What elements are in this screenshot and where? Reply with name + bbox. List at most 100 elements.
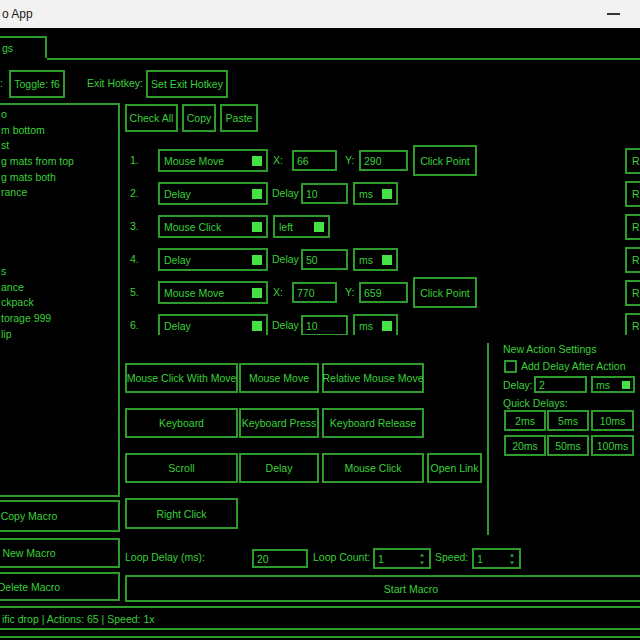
loop-count-value: 1 xyxy=(378,553,384,565)
mouse-move-button[interactable]: Mouse Move xyxy=(239,363,319,393)
quick-delay-10ms-button[interactable]: 10ms xyxy=(591,410,634,431)
macro-list-item[interactable]: g mats both xyxy=(1,170,118,186)
set-exit-hotkey-button[interactable]: Set Exit Hotkey xyxy=(146,70,228,98)
delay-input[interactable]: 50 xyxy=(301,249,348,270)
loop-count-spinner[interactable]: 1 xyxy=(373,548,431,569)
remove-button[interactable]: R xyxy=(625,148,640,174)
macro-list-item[interactable]: m bottom xyxy=(1,123,118,139)
mouse-click-button[interactable]: Mouse Click xyxy=(322,453,424,483)
macro-list-item[interactable] xyxy=(1,201,118,217)
loop-delay-input[interactable]: 20 xyxy=(252,549,308,568)
y-label: Y: xyxy=(345,154,354,166)
macro-list-item[interactable]: s xyxy=(1,264,118,280)
spinner-arrows-icon[interactable] xyxy=(510,553,514,564)
remove-button[interactable]: R xyxy=(625,181,640,207)
keyboard-press-button[interactable]: Keyboard Press xyxy=(239,408,319,438)
speed-spinner[interactable]: 1 xyxy=(472,548,521,569)
remove-button[interactable]: R xyxy=(625,313,640,335)
macro-list-item[interactable]: o xyxy=(1,107,118,123)
right-click-button[interactable]: Right Click xyxy=(125,498,238,529)
quick-delay-100ms-button[interactable]: 100ms xyxy=(591,435,634,456)
x-label: X: xyxy=(273,286,283,298)
quick-delay-20ms-button[interactable]: 20ms xyxy=(504,435,546,456)
loop-delay-value: 20 xyxy=(257,553,269,565)
action-type-dropdown[interactable]: Delay xyxy=(158,182,268,205)
action-type-value: Mouse Click xyxy=(164,221,221,233)
macro-list-item[interactable]: ckpack xyxy=(1,295,118,311)
macro-list-item[interactable]: rance xyxy=(1,185,118,201)
macro-list-item[interactable] xyxy=(1,233,118,249)
delay-value: 50 xyxy=(306,254,318,266)
remove-button[interactable]: R xyxy=(625,280,640,306)
dropdown-square-icon xyxy=(314,222,324,232)
x-input[interactable]: 66 xyxy=(292,150,337,171)
delay-unit-dropdown[interactable]: ms xyxy=(353,248,398,271)
relative-mouse-move-button[interactable]: Relative Mouse Move xyxy=(322,363,424,393)
delay-unit-dropdown[interactable]: ms xyxy=(353,182,398,205)
copy-button[interactable]: Copy xyxy=(182,104,216,132)
copy-macro-button[interactable]: Copy Macro xyxy=(0,500,120,532)
action-type-dropdown[interactable]: Mouse Click xyxy=(158,215,268,238)
remove-button[interactable]: R xyxy=(625,214,640,240)
delay-value: 10 xyxy=(306,188,318,200)
mouse-button-dropdown[interactable]: left xyxy=(273,215,330,238)
y-label: Y: xyxy=(345,286,354,298)
delay-button[interactable]: Delay xyxy=(239,453,319,483)
macro-list-item[interactable]: st xyxy=(1,138,118,154)
x-input[interactable]: 770 xyxy=(292,282,337,303)
dropdown-square-icon xyxy=(252,222,262,232)
add-delay-checkbox[interactable] xyxy=(504,360,517,373)
delay-unit-dropdown[interactable]: ms xyxy=(353,314,398,335)
check-all-button[interactable]: Check All xyxy=(125,104,178,132)
new-macro-button[interactable]: New Macro xyxy=(0,538,120,568)
add-delay-checkbox-label: Add Delay After Action xyxy=(521,360,625,372)
macro-list-item[interactable]: g mats from top xyxy=(1,154,118,170)
start-macro-button[interactable]: Start Macro xyxy=(125,575,640,602)
delay-unit-value: ms xyxy=(359,320,373,332)
scroll-button[interactable]: Scroll xyxy=(125,453,238,483)
row-number: 3. xyxy=(130,220,139,232)
action-type-value: Delay xyxy=(164,188,191,200)
remove-button[interactable]: R xyxy=(625,247,640,273)
click-point-button[interactable]: Click Point xyxy=(413,277,477,308)
spinner-arrows-icon[interactable] xyxy=(420,553,424,564)
tab-settings[interactable]: gs xyxy=(0,36,47,58)
delay-input[interactable]: 10 xyxy=(301,315,348,335)
macro-list-item[interactable] xyxy=(1,217,118,233)
x-label: X: xyxy=(273,154,283,166)
y-input[interactable]: 659 xyxy=(359,282,408,303)
x-value: 66 xyxy=(297,155,309,167)
keyboard-release-button[interactable]: Keyboard Release xyxy=(322,408,424,438)
y-input[interactable]: 290 xyxy=(359,150,408,171)
dropdown-square-icon xyxy=(382,321,392,331)
action-type-dropdown[interactable]: Delay xyxy=(158,314,268,335)
macro-list-item[interactable]: lip xyxy=(1,327,118,343)
delay-label: Delay xyxy=(272,253,299,265)
window-title: o App xyxy=(2,7,33,21)
mouse-click-with-move-button[interactable]: Mouse Click With Move xyxy=(125,363,238,393)
mouse-button-value: left xyxy=(279,221,293,233)
macro-list-items[interactable]: om bottomstg mats from topg mats bothran… xyxy=(0,105,118,342)
open-link-button[interactable]: Open Link xyxy=(427,453,482,483)
minimize-icon[interactable] xyxy=(607,13,620,15)
delete-macro-button[interactable]: Delete Macro xyxy=(0,572,120,601)
dropdown-square-icon xyxy=(252,288,262,298)
new-delay-unit-dropdown[interactable]: ms xyxy=(591,376,635,393)
quick-delay-5ms-button[interactable]: 5ms xyxy=(547,410,589,431)
loop-delay-label: Loop Delay (ms): xyxy=(125,551,205,563)
action-type-dropdown[interactable]: Delay xyxy=(158,248,268,271)
quick-delay-50ms-button[interactable]: 50ms xyxy=(547,435,589,456)
macro-list-item[interactable]: ance xyxy=(1,280,118,296)
toggle-hotkey-button[interactable]: Toggle: f6 xyxy=(9,70,65,98)
paste-button[interactable]: Paste xyxy=(220,104,258,132)
macro-list[interactable]: om bottomstg mats from topg mats bothran… xyxy=(0,103,120,497)
macro-list-item[interactable]: torage 999 xyxy=(1,311,118,327)
quick-delay-2ms-button[interactable]: 2ms xyxy=(504,410,546,431)
action-type-dropdown[interactable]: Mouse Move xyxy=(158,149,268,172)
delay-input[interactable]: 10 xyxy=(301,183,348,204)
action-type-dropdown[interactable]: Mouse Move xyxy=(158,281,268,304)
new-delay-input[interactable]: 2 xyxy=(534,376,587,393)
keyboard-button[interactable]: Keyboard xyxy=(125,408,238,438)
macro-list-item[interactable] xyxy=(1,248,118,264)
click-point-button[interactable]: Click Point xyxy=(413,145,477,176)
